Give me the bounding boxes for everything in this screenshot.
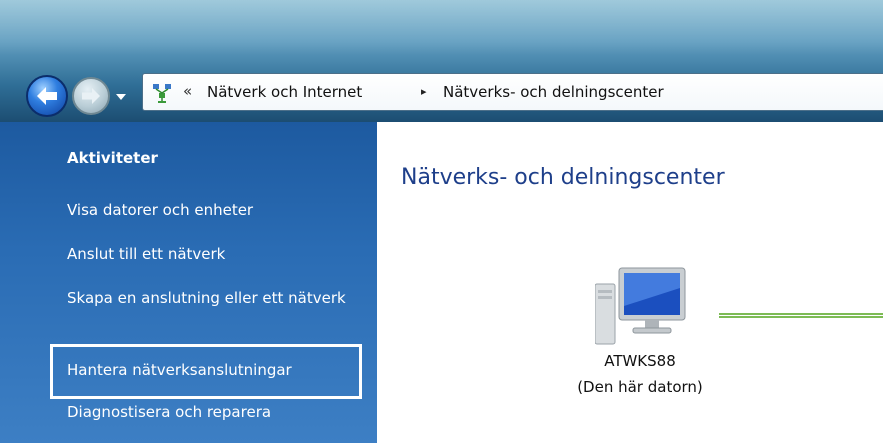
forward-button[interactable] <box>72 77 110 115</box>
task-link-setup-connection[interactable]: Skapa en anslutning eller ett nätverk <box>67 288 357 308</box>
page-title: Nätverks- och delningscenter <box>401 165 725 190</box>
network-center-icon <box>153 84 171 103</box>
address-bar[interactable]: « Nätverk och Internet ▸ Nätverks- och d… <box>142 73 883 111</box>
back-arrow-icon <box>37 87 57 105</box>
breadcrumb-network-sharing-center[interactable]: Nätverks- och delningscenter <box>443 83 664 101</box>
task-pane-title: Aktiviteter <box>67 149 158 167</box>
task-link-connect-network[interactable]: Anslut till ett nätverk <box>67 244 225 264</box>
task-link-view-computers[interactable]: Visa datorer och enheter <box>67 200 253 220</box>
task-link-diagnose-repair[interactable]: Diagnostisera och reparera <box>67 402 271 422</box>
overflow-chevron[interactable]: « <box>183 82 192 100</box>
breadcrumb-separator-icon[interactable]: ▸ <box>421 85 427 98</box>
task-link-manage-connections[interactable]: Hantera nätverksanslutningar <box>67 360 292 380</box>
network-connection-line <box>719 313 883 318</box>
back-button[interactable] <box>26 75 68 117</box>
computer-name: ATWKS88 <box>604 352 676 370</box>
recent-pages-dropdown-icon[interactable] <box>113 89 129 105</box>
computer-subtitle: (Den här datorn) <box>577 378 703 396</box>
breadcrumb-network-and-internet[interactable]: Nätverk och Internet <box>207 83 362 101</box>
computer-icon[interactable] <box>595 266 687 346</box>
forward-arrow-icon <box>82 88 100 104</box>
